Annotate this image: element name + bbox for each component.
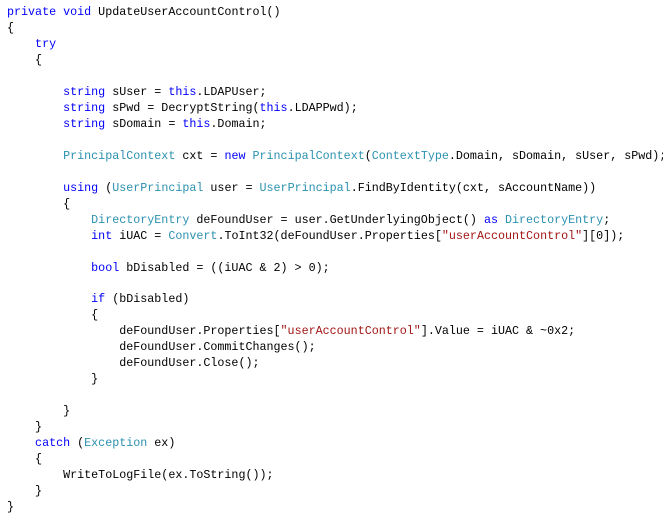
code-token: sUser = [105, 84, 169, 99]
code-token: ][0]); [582, 228, 625, 243]
type-token: ContextType [371, 148, 449, 163]
code-line: string sDomain = this.Domain; [7, 117, 663, 133]
code-line: { [7, 197, 663, 213]
code-token: deFoundUser.Properties[ [7, 324, 281, 339]
code-token: cxt = [175, 148, 225, 163]
code-token: { [7, 308, 99, 323]
code-line: string sUser = this.LDAPUser; [7, 85, 663, 101]
keyword-token: string [7, 116, 106, 131]
code-editor[interactable]: private void UpdateUserAccountControl(){… [7, 5, 663, 516]
keyword-token: bool [7, 260, 120, 275]
string-token: "userAccountControl" [441, 228, 583, 243]
code-token: ; [603, 212, 611, 227]
type-token: UserPrincipal [259, 180, 351, 195]
code-token: } [7, 500, 15, 515]
code-line: } [7, 372, 663, 388]
code-token: ex) [147, 436, 176, 451]
code-line: } [7, 404, 663, 420]
code-token: .FindByIdentity(cxt, sAccountName)) [350, 180, 597, 195]
code-token: sPwd = DecryptString( [105, 100, 260, 115]
code-token: .LDAPPwd); [287, 100, 358, 115]
code-line: { [7, 21, 663, 37]
type-token: Exception [84, 436, 148, 451]
code-line: } [7, 484, 663, 500]
keyword-token: using [7, 180, 99, 195]
keyword-token: int [7, 228, 113, 243]
code-token: ].Value = iUAC & ~0x2; [420, 324, 576, 339]
code-token: { [7, 196, 71, 211]
code-line: } [7, 500, 663, 516]
code-token: ( [70, 436, 85, 451]
code-token: { [7, 52, 43, 67]
keyword-token: string [7, 100, 106, 115]
keyword-token: try [7, 36, 57, 51]
code-token: deFoundUser.CommitChanges(); [7, 340, 316, 355]
code-token: { [7, 452, 43, 467]
keyword-token: this [182, 116, 211, 131]
type-token: UserPrincipal [112, 180, 204, 195]
code-token: WriteToLogFile(ex.ToString()); [7, 468, 274, 483]
code-token: } [7, 484, 43, 499]
keyword-token: this [259, 100, 288, 115]
code-token: } [7, 420, 43, 435]
code-line: } [7, 420, 663, 436]
keyword-token: catch [7, 436, 71, 451]
code-line: catch (Exception ex) [7, 436, 663, 452]
code-token: iUAC = [112, 228, 169, 243]
code-token: .Domain; [210, 116, 267, 131]
code-token: UpdateUserAccountControl() [91, 5, 281, 19]
code-line: try [7, 37, 663, 53]
keyword-token: this [168, 84, 197, 99]
keyword-token: as [483, 212, 498, 227]
type-token: DirectoryEntry [504, 212, 604, 227]
code-token: bDisabled = ((iUAC & 2) > 0); [119, 260, 330, 275]
code-line: { [7, 308, 663, 324]
code-line: WriteToLogFile(ex.ToString()); [7, 468, 663, 484]
code-line: { [7, 53, 663, 69]
code-line: DirectoryEntry deFoundUser = user.GetUnd… [7, 213, 663, 229]
code-token: (bDisabled) [105, 292, 190, 307]
type-token: Convert [168, 228, 218, 243]
type-token: DirectoryEntry [7, 212, 190, 227]
keyword-token: string [7, 84, 106, 99]
code-line: if (bDisabled) [7, 292, 663, 308]
code-line: bool bDisabled = ((iUAC & 2) > 0); [7, 261, 663, 277]
type-token: PrincipalContext [252, 148, 365, 163]
keyword-token: if [7, 292, 106, 307]
code-token: .ToInt32(deFoundUser.Properties[ [217, 228, 442, 243]
code-token: } [7, 404, 71, 419]
code-token: deFoundUser.Close(); [7, 356, 260, 371]
code-line: deFoundUser.Properties["userAccountContr… [7, 324, 663, 340]
code-line: PrincipalContext cxt = new PrincipalCont… [7, 149, 663, 165]
code-line: deFoundUser.Close(); [7, 356, 663, 372]
code-token: deFoundUser = user.GetUnderlyingObject() [189, 212, 484, 227]
code-line: int iUAC = Convert.ToInt32(deFoundUser.P… [7, 229, 663, 245]
type-token: PrincipalContext [7, 148, 176, 163]
code-token: .LDAPUser; [196, 84, 267, 99]
string-token: "userAccountControl" [280, 324, 421, 339]
code-line: string sPwd = DecryptString(this.LDAPPwd… [7, 101, 663, 117]
code-token: { [7, 20, 15, 35]
code-token: } [7, 372, 99, 387]
keyword-token: private void [7, 5, 92, 19]
code-line: using (UserPrincipal user = UserPrincipa… [7, 181, 663, 197]
code-token: ( [364, 148, 372, 163]
code-token: user = [203, 180, 260, 195]
code-line: private void UpdateUserAccountControl() [7, 5, 663, 21]
code-token: ( [98, 180, 113, 195]
code-line: { [7, 452, 663, 468]
keyword-token: new [224, 148, 246, 163]
code-token: .Domain, sDomain, sUser, sPwd); [448, 148, 663, 163]
code-line: deFoundUser.CommitChanges(); [7, 340, 663, 356]
code-token: sDomain = [105, 116, 183, 131]
